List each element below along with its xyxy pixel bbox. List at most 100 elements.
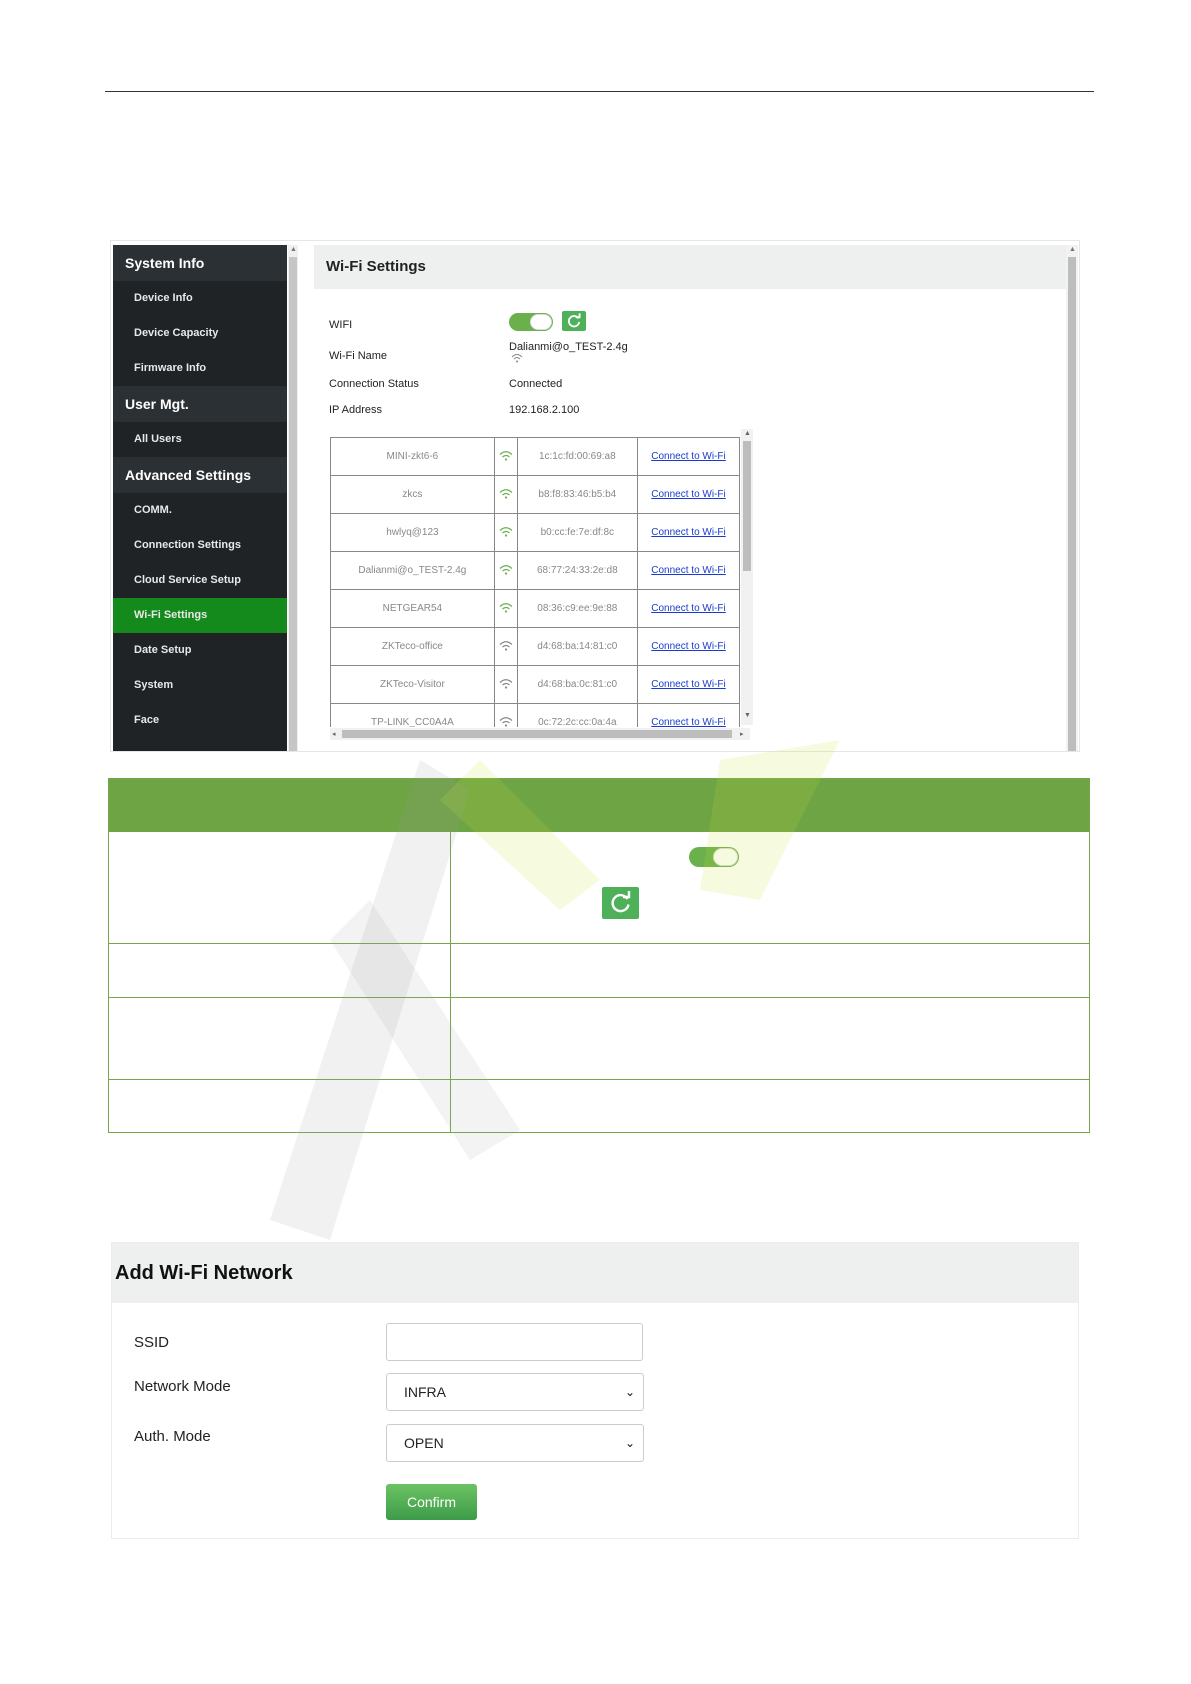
ssid-input[interactable] xyxy=(386,1323,643,1361)
scrollbar-thumb[interactable] xyxy=(289,257,297,751)
network-mac: 08:36:c9:ee:9e:88 xyxy=(516,589,639,628)
table-row: hwlyq@123 b0:cc:fe:7e:df:8c Connect to Wi-… xyxy=(330,513,740,552)
wifi-signal-icon xyxy=(493,513,518,552)
sidebar-item-comm[interactable]: COMM. xyxy=(113,493,287,528)
sidebar-item-device-info[interactable]: Device Info xyxy=(113,281,287,316)
table-row: TP-LINK_CC0A4A 0c:72:2c:cc:0a:4a Connect t… xyxy=(330,703,740,727)
scroll-up-arrow-icon[interactable]: ▲ xyxy=(744,430,751,437)
connect-to-wifi-link[interactable]: Connect to Wi-Fi xyxy=(637,551,740,590)
row-divider xyxy=(109,1079,1089,1080)
network-mac: 0c:72:2c:cc:0a:4a xyxy=(516,703,639,727)
description-table xyxy=(108,778,1090,1133)
network-ssid: Dalianmi@o_TEST-2.4g xyxy=(330,551,495,590)
toggle-knob xyxy=(713,848,738,866)
connect-to-wifi-link[interactable]: Connect to Wi-Fi xyxy=(637,589,740,628)
table-row: zkcs b8:f8:83:46:b5:b4 Connect to Wi-Fi xyxy=(330,475,740,514)
scrollbar-thumb[interactable] xyxy=(342,730,732,738)
page-scrollbar[interactable]: ▲ xyxy=(1066,245,1078,751)
network-ssid: MINI-zkt6-6 xyxy=(330,437,495,476)
network-ssid: hwlyq@123 xyxy=(330,513,495,552)
wifi-signal-icon xyxy=(493,551,518,590)
connect-to-wifi-link[interactable]: Connect to Wi-Fi xyxy=(637,627,740,666)
sidebar-item-device-capacity[interactable]: Device Capacity xyxy=(113,316,287,351)
sidebar-item-date-setup[interactable]: Date Setup xyxy=(113,633,287,668)
network-ssid: NETGEAR54 xyxy=(330,589,495,628)
sidebar-item-system[interactable]: System xyxy=(113,668,287,703)
table-row: ZKTeco-office d4:68:ba:14:81:c0 Connect to… xyxy=(330,627,740,666)
scrollbar-thumb[interactable] xyxy=(1068,257,1076,751)
sidebar-group-user-mgt[interactable]: User Mgt. xyxy=(113,386,287,422)
ip-address-value: 192.168.2.100 xyxy=(509,404,580,416)
confirm-button[interactable]: Confirm xyxy=(386,1484,477,1520)
scroll-up-arrow-icon[interactable]: ▲ xyxy=(290,246,297,253)
wifi-signal-icon xyxy=(511,353,523,366)
column-divider xyxy=(450,832,451,1133)
sidebar-item-wifi-settings[interactable]: Wi-Fi Settings xyxy=(113,598,287,633)
sidebar-item-face[interactable]: Face xyxy=(113,703,287,738)
network-mode-value: INFRA xyxy=(404,1384,446,1400)
wifi-network-table: MINI-zkt6-6 1c:1c:fd:00:69:a8 Connect to W… xyxy=(330,437,740,727)
scroll-left-arrow-icon[interactable]: ◂ xyxy=(332,730,336,738)
network-ssid: zkcs xyxy=(330,475,495,514)
sidebar-group-system-info[interactable]: System Info xyxy=(113,245,287,281)
network-ssid: ZKTeco-Visitor xyxy=(330,665,495,704)
refresh-icon xyxy=(568,313,581,328)
wifi-name-value: Dalianmi@o_TEST-2.4g xyxy=(509,341,628,353)
network-mac: d4:68:ba:14:81:c0 xyxy=(516,627,639,666)
wifi-label: WIFI xyxy=(329,319,353,331)
connection-status-value: Connected xyxy=(509,378,563,390)
network-mac: d4:68:ba:0c:81:c0 xyxy=(516,665,639,704)
wifi-toggle-illustration xyxy=(689,847,739,867)
row-divider xyxy=(109,997,1089,998)
table-row: NETGEAR54 08:36:c9:ee:9e:88 Connect to Wi-… xyxy=(330,589,740,628)
network-ssid: ZKTeco-office xyxy=(330,627,495,666)
ip-address-label: IP Address xyxy=(329,404,382,416)
scroll-down-arrow-icon[interactable]: ▼ xyxy=(744,712,751,719)
refresh-button-illustration xyxy=(602,887,639,919)
network-ssid: TP-LINK_CC0A4A xyxy=(330,703,495,727)
connection-status-label: Connection Status xyxy=(329,378,419,390)
table-horizontal-scrollbar[interactable]: ◂ ▸ xyxy=(330,728,750,740)
sidebar: System Info Device Info Device Capacity … xyxy=(113,245,287,751)
header-rule xyxy=(105,91,1094,92)
wifi-signal-icon xyxy=(493,703,518,727)
wifi-toggle[interactable] xyxy=(509,313,553,331)
refresh-icon xyxy=(611,891,631,913)
add-wifi-network-panel: Add Wi-Fi Network SSID Network Mode INFR… xyxy=(111,1242,1079,1539)
scroll-right-arrow-icon[interactable]: ▸ xyxy=(740,730,744,738)
row-divider xyxy=(109,943,1089,944)
connect-to-wifi-link[interactable]: Connect to Wi-Fi xyxy=(637,703,740,727)
wifi-signal-icon xyxy=(493,437,518,476)
wifi-signal-icon xyxy=(493,589,518,628)
network-mac: 68:77:24:33:2e:d8 xyxy=(516,551,639,590)
page-title: Wi-Fi Settings xyxy=(314,245,1068,289)
table-row: ZKTeco-Visitor d4:68:ba:0c:81:c0 Connect t… xyxy=(330,665,740,704)
sidebar-item-all-users[interactable]: All Users xyxy=(113,422,287,457)
sidebar-group-advanced-settings[interactable]: Advanced Settings xyxy=(113,457,287,493)
scroll-up-arrow-icon[interactable]: ▲ xyxy=(1069,246,1076,253)
wifi-signal-icon xyxy=(493,665,518,704)
sidebar-item-connection-settings[interactable]: Connection Settings xyxy=(113,528,287,563)
sidebar-item-cloud-service-setup[interactable]: Cloud Service Setup xyxy=(113,563,287,598)
connect-to-wifi-link[interactable]: Connect to Wi-Fi xyxy=(637,437,740,476)
refresh-button[interactable] xyxy=(562,311,586,331)
wifi-signal-icon xyxy=(493,627,518,666)
connect-to-wifi-link[interactable]: Connect to Wi-Fi xyxy=(637,475,740,514)
network-mac: b0:cc:fe:7e:df:8c xyxy=(516,513,639,552)
description-table-header xyxy=(109,779,1089,832)
table-row: Dalianmi@o_TEST-2.4g 68:77:24:33:2e:d8 Con… xyxy=(330,551,740,590)
network-mode-select[interactable]: INFRA ⌄ xyxy=(386,1373,644,1411)
scrollbar-thumb[interactable] xyxy=(743,441,751,571)
chevron-down-icon: ⌄ xyxy=(624,1385,635,1399)
table-vertical-scrollbar[interactable]: ▲ ▼ xyxy=(741,429,753,725)
add-network-title: Add Wi-Fi Network xyxy=(112,1243,1078,1303)
auth-mode-value: OPEN xyxy=(404,1435,444,1451)
connect-to-wifi-link[interactable]: Connect to Wi-Fi xyxy=(637,665,740,704)
ssid-label: SSID xyxy=(134,1334,170,1351)
sidebar-item-firmware-info[interactable]: Firmware Info xyxy=(113,351,287,386)
table-row: MINI-zkt6-6 1c:1c:fd:00:69:a8 Connect to W… xyxy=(330,437,740,476)
sidebar-scrollbar[interactable]: ▲ xyxy=(288,245,298,751)
connect-to-wifi-link[interactable]: Connect to Wi-Fi xyxy=(637,513,740,552)
auth-mode-select[interactable]: OPEN ⌄ xyxy=(386,1424,644,1462)
network-mode-label: Network Mode xyxy=(134,1378,231,1395)
